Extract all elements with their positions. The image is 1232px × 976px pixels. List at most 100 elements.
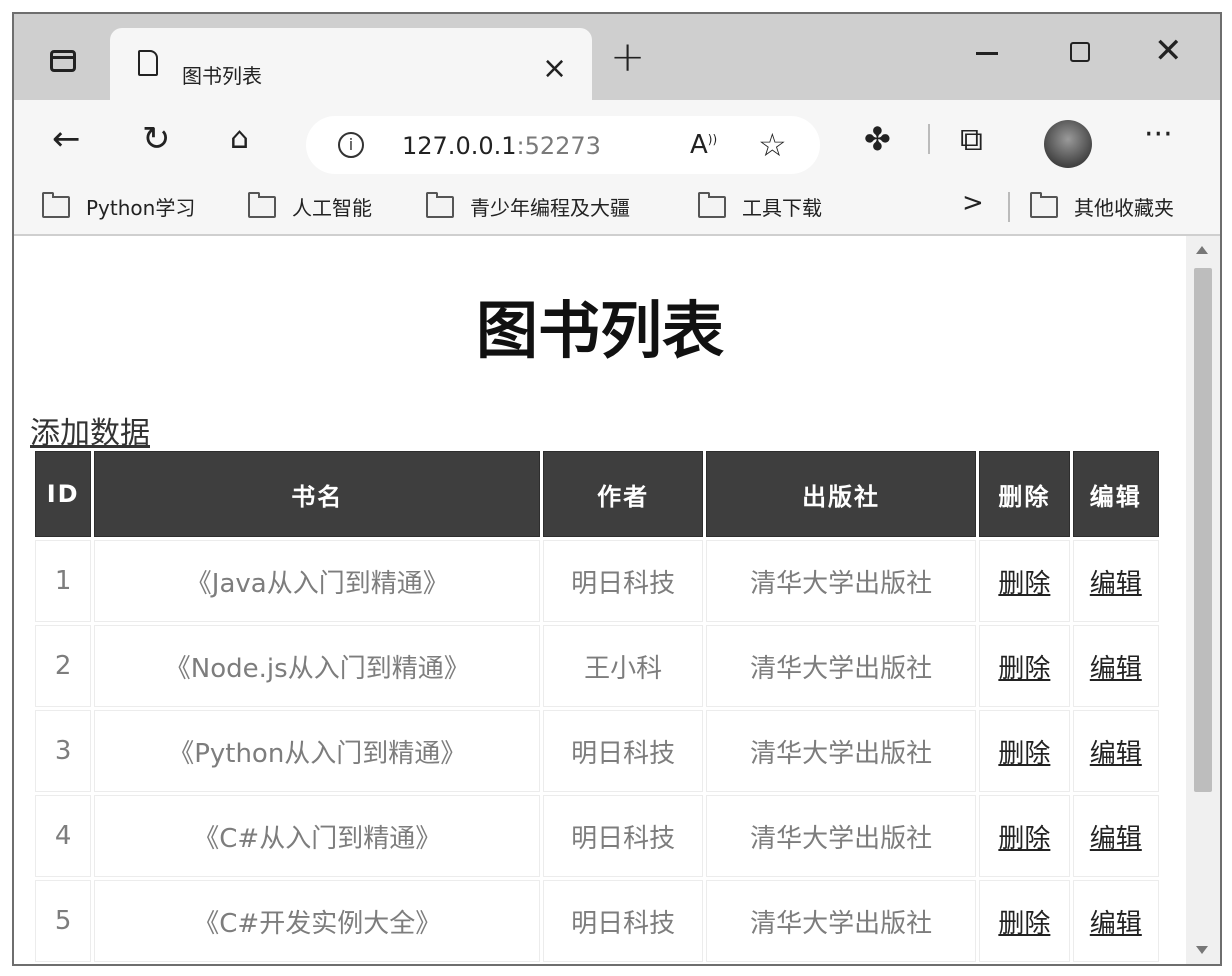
read-aloud-icon[interactable]: A)) bbox=[690, 130, 717, 160]
cell-author: 明日科技 bbox=[543, 710, 703, 792]
delete-link[interactable]: 删除 bbox=[998, 739, 1050, 769]
table-row: 1 《Java从入门到精通》 明日科技 清华大学出版社 删除 编辑 bbox=[35, 540, 1159, 622]
folder-icon bbox=[1030, 191, 1058, 218]
address-url[interactable]: 127.0.0.1:52273 bbox=[402, 132, 601, 160]
refresh-icon[interactable]: ↻ bbox=[142, 122, 171, 156]
cell-author: 明日科技 bbox=[543, 880, 703, 962]
edit-link[interactable]: 编辑 bbox=[1090, 739, 1142, 769]
navigation-toolbar: ← ↻ ⌂ i 127.0.0.1:52273 A)) ☆ ✤ ⧉ ··· bbox=[14, 100, 1220, 180]
delete-link[interactable]: 删除 bbox=[998, 909, 1050, 939]
header-author: 作者 bbox=[543, 451, 703, 537]
tab-title: 图书列表 bbox=[182, 64, 262, 88]
extensions-icon[interactable]: ✤ bbox=[864, 122, 891, 156]
cell-id: 5 bbox=[35, 880, 92, 962]
cell-name: 《Java从入门到精通》 bbox=[94, 540, 541, 622]
header-publisher: 出版社 bbox=[705, 451, 977, 537]
cell-id: 3 bbox=[35, 710, 92, 792]
more-icon[interactable]: ··· bbox=[1144, 118, 1173, 152]
bookmark-folder[interactable]: 青少年编程及大疆 bbox=[426, 191, 630, 221]
back-arrow-icon[interactable]: ← bbox=[52, 122, 81, 156]
table-row: 2 《Node.js从入门到精通》 王小科 清华大学出版社 删除 编辑 bbox=[35, 625, 1159, 707]
add-data-link[interactable]: 添加数据 bbox=[30, 408, 150, 452]
cell-name: 《C#开发实例大全》 bbox=[94, 880, 541, 962]
cell-edit: 编辑 bbox=[1072, 625, 1159, 707]
bookmark-folder[interactable]: 工具下载 bbox=[698, 191, 822, 221]
maximize-icon[interactable] bbox=[1070, 42, 1090, 62]
cell-publisher: 清华大学出版社 bbox=[705, 880, 977, 962]
close-window-icon[interactable]: ✕ bbox=[1154, 34, 1183, 68]
scroll-up-icon[interactable] bbox=[1196, 246, 1208, 254]
edit-link[interactable]: 编辑 bbox=[1090, 909, 1142, 939]
add-favorite-icon[interactable]: ☆ bbox=[758, 126, 787, 164]
folder-icon bbox=[42, 191, 70, 218]
new-tab-button[interactable]: + bbox=[610, 36, 645, 78]
folder-icon bbox=[248, 191, 276, 218]
cell-publisher: 清华大学出版社 bbox=[705, 625, 977, 707]
cell-delete: 删除 bbox=[979, 625, 1070, 707]
bookmark-label: 青少年编程及大疆 bbox=[470, 196, 630, 220]
page-icon bbox=[138, 50, 158, 76]
cell-author: 王小科 bbox=[543, 625, 703, 707]
toolbar-divider bbox=[928, 124, 930, 154]
bookmarks-overflow-icon[interactable]: > bbox=[962, 188, 984, 218]
profile-avatar[interactable] bbox=[1044, 120, 1092, 168]
cell-publisher: 清华大学出版社 bbox=[705, 540, 977, 622]
edit-link[interactable]: 编辑 bbox=[1090, 569, 1142, 599]
edit-link[interactable]: 编辑 bbox=[1090, 824, 1142, 854]
delete-link[interactable]: 删除 bbox=[998, 824, 1050, 854]
table-header-row: ID 书名 作者 出版社 删除 编辑 bbox=[35, 451, 1159, 537]
folder-icon bbox=[426, 191, 454, 218]
vertical-scrollbar[interactable] bbox=[1186, 236, 1220, 964]
bookmarks-divider bbox=[1008, 192, 1010, 222]
cell-edit: 编辑 bbox=[1072, 710, 1159, 792]
minimize-icon[interactable] bbox=[976, 52, 998, 55]
bookmarks-bar: Python学习 人工智能 青少年编程及大疆 工具下载 > 其他收藏夹 bbox=[14, 180, 1220, 236]
active-tab[interactable]: 图书列表 × bbox=[110, 28, 592, 100]
cell-name: 《Node.js从入门到精通》 bbox=[94, 625, 541, 707]
bookmark-folder[interactable]: Python学习 bbox=[42, 191, 195, 221]
cell-edit: 编辑 bbox=[1072, 795, 1159, 877]
other-favorites-label: 其他收藏夹 bbox=[1074, 196, 1174, 220]
delete-link[interactable]: 删除 bbox=[998, 654, 1050, 684]
collections-icon[interactable]: ⧉ bbox=[960, 122, 983, 156]
cell-edit: 编辑 bbox=[1072, 880, 1159, 962]
cell-id: 2 bbox=[35, 625, 92, 707]
home-icon[interactable]: ⌂ bbox=[230, 122, 249, 156]
browser-window: 图书列表 × + ✕ ← ↻ ⌂ i 127.0.0.1:52273 A)) ☆… bbox=[12, 12, 1222, 966]
cell-id: 1 bbox=[35, 540, 92, 622]
header-id: ID bbox=[35, 451, 92, 537]
cell-publisher: 清华大学出版社 bbox=[705, 795, 977, 877]
tab-actions-icon[interactable] bbox=[50, 50, 76, 72]
bookmark-label: 人工智能 bbox=[292, 196, 372, 220]
scroll-down-icon[interactable] bbox=[1196, 946, 1208, 954]
cell-publisher: 清华大学出版社 bbox=[705, 710, 977, 792]
other-favorites[interactable]: 其他收藏夹 bbox=[1030, 191, 1174, 221]
info-icon[interactable]: i bbox=[338, 132, 364, 158]
cell-delete: 删除 bbox=[979, 880, 1070, 962]
delete-link[interactable]: 删除 bbox=[998, 569, 1050, 599]
page-title: 图书列表 bbox=[475, 294, 724, 367]
cell-id: 4 bbox=[35, 795, 92, 877]
cell-delete: 删除 bbox=[979, 795, 1070, 877]
address-bar[interactable]: i 127.0.0.1:52273 A)) ☆ bbox=[306, 116, 820, 174]
cell-author: 明日科技 bbox=[543, 540, 703, 622]
header-edit: 编辑 bbox=[1072, 451, 1159, 537]
cell-delete: 删除 bbox=[979, 540, 1070, 622]
folder-icon bbox=[698, 191, 726, 218]
table-row: 5 《C#开发实例大全》 明日科技 清华大学出版社 删除 编辑 bbox=[35, 880, 1159, 962]
table-row: 3 《Python从入门到精通》 明日科技 清华大学出版社 删除 编辑 bbox=[35, 710, 1159, 792]
close-tab-icon[interactable]: × bbox=[542, 54, 567, 84]
scrollbar-thumb[interactable] bbox=[1194, 268, 1212, 792]
bookmark-folder[interactable]: 人工智能 bbox=[248, 191, 372, 221]
cell-edit: 编辑 bbox=[1072, 540, 1159, 622]
books-table: ID 书名 作者 出版社 删除 编辑 1 《Java从入门到精通》 明日科技 清… bbox=[32, 448, 1162, 964]
cell-name: 《C#从入门到精通》 bbox=[94, 795, 541, 877]
edit-link[interactable]: 编辑 bbox=[1090, 654, 1142, 684]
header-delete: 删除 bbox=[979, 451, 1070, 537]
bookmark-label: 工具下载 bbox=[742, 196, 822, 220]
page-viewport: 图书列表 添加数据 ID 书名 作者 出版社 删除 编辑 1 《Java从入门到… bbox=[14, 236, 1186, 964]
title-bar: 图书列表 × + ✕ bbox=[14, 14, 1220, 100]
header-name: 书名 bbox=[94, 451, 541, 537]
cell-author: 明日科技 bbox=[543, 795, 703, 877]
cell-name: 《Python从入门到精通》 bbox=[94, 710, 541, 792]
